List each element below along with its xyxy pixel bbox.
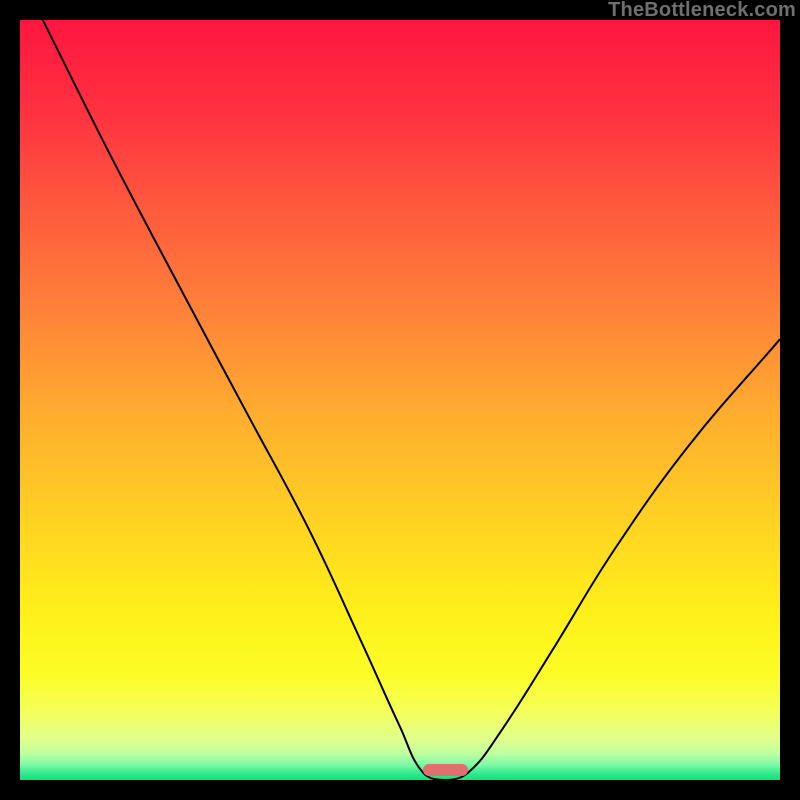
watermark-text: TheBottleneck.com: [608, 0, 796, 22]
plot-area: [20, 20, 780, 780]
chart-frame: TheBottleneck.com: [0, 0, 800, 800]
heat-gradient-background: [20, 20, 780, 780]
optimal-marker: [423, 764, 469, 776]
